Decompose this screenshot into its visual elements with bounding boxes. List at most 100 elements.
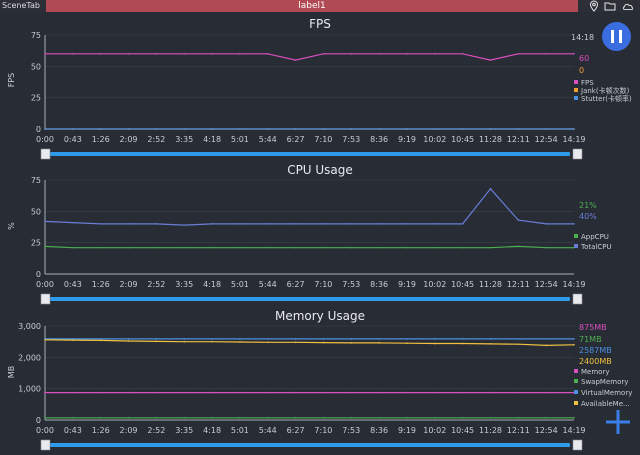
x-tick-label: 0:00 (36, 280, 54, 289)
x-tick-label: 12:54 (535, 135, 558, 144)
data-point (378, 338, 380, 340)
time-range-slider[interactable] (50, 297, 570, 301)
data-point (127, 128, 130, 130)
y-tick-label: 0 (36, 125, 41, 134)
x-tick-label: 12:54 (535, 426, 558, 435)
slider-handle-left[interactable] (40, 148, 51, 160)
data-point (545, 246, 547, 249)
legend-entry: FPS (581, 79, 594, 87)
x-tick-label: 7:10 (314, 426, 332, 435)
data-point (72, 246, 74, 249)
legend-entry: SwapMemory (581, 378, 628, 386)
x-tick-label: 4:18 (203, 426, 221, 435)
legend-swatch (574, 234, 578, 238)
data-point (350, 53, 353, 55)
x-tick-label: 5:44 (259, 280, 277, 289)
current-value: 60 (579, 54, 589, 63)
data-point (517, 128, 520, 130)
data-point (266, 128, 269, 130)
data-point (127, 338, 130, 340)
y-axis-label: MB (7, 366, 16, 378)
series-line-2-3 (44, 339, 575, 347)
data-point (461, 416, 464, 419)
data-point (44, 391, 46, 394)
data-point (489, 338, 492, 340)
data-point (433, 128, 436, 130)
x-tick-label: 10:45 (451, 135, 474, 144)
x-tick-label: 2:09 (120, 135, 138, 144)
data-point (183, 224, 186, 226)
data-point (183, 246, 186, 249)
data-point (461, 128, 464, 130)
data-point (350, 223, 353, 225)
data-point (461, 53, 464, 55)
data-point (99, 223, 102, 225)
data-point (322, 128, 325, 130)
data-point (44, 338, 46, 341)
data-point (155, 416, 158, 419)
data-point (406, 416, 408, 419)
data-point (294, 341, 297, 344)
data-point (239, 391, 241, 394)
data-point (461, 391, 464, 394)
series-line-1-1 (44, 187, 574, 226)
data-point (183, 391, 186, 394)
x-tick-label: 7:10 (314, 135, 332, 144)
data-point (406, 391, 408, 394)
data-point (378, 128, 380, 130)
x-tick-label: 5:44 (259, 135, 277, 144)
x-tick-label: 12:11 (507, 426, 530, 435)
data-point (517, 219, 520, 221)
x-tick-label: 11:28 (479, 135, 502, 144)
data-point (183, 53, 186, 55)
x-tick-label: 0:43 (64, 280, 82, 289)
data-point (127, 391, 130, 394)
data-point (239, 128, 241, 130)
data-point (378, 223, 380, 225)
legend-swatch (574, 80, 578, 84)
legend-swatch (574, 379, 578, 383)
data-point (266, 416, 269, 419)
legend-swatch (574, 390, 578, 394)
data-point (517, 343, 520, 345)
data-point (350, 338, 353, 340)
data-point (155, 246, 158, 249)
data-point (322, 416, 325, 419)
data-point (573, 344, 575, 346)
slider-handle-right[interactable] (572, 293, 583, 305)
y-tick-label: 3,000 (18, 322, 41, 331)
data-point (378, 53, 380, 55)
legend-entry: Memory (581, 368, 609, 376)
time-range-slider[interactable] (50, 443, 570, 447)
slider-handle-left[interactable] (40, 439, 51, 451)
legend-entry: AvailableMe... (581, 400, 630, 408)
data-point (406, 223, 408, 225)
data-point (461, 246, 464, 249)
data-point (433, 246, 436, 249)
x-tick-label: 12:54 (535, 280, 558, 289)
slider-handle-left[interactable] (40, 293, 51, 305)
x-tick-label: 12:11 (507, 135, 530, 144)
slider-handle-right[interactable] (572, 148, 583, 160)
slider-handle-right[interactable] (572, 439, 583, 451)
x-tick-label: 10:02 (423, 135, 446, 144)
data-point (72, 416, 74, 419)
legend-entry: Stutter(卡顿率) (581, 94, 632, 103)
data-point (545, 128, 547, 130)
series-line-1-0 (44, 245, 574, 249)
x-tick-label: 11:28 (479, 426, 502, 435)
data-point (127, 223, 130, 225)
current-value: 21% (579, 201, 597, 210)
data-point (99, 128, 102, 130)
legend-entry: VirtualMemory (581, 389, 632, 397)
data-point (573, 338, 575, 340)
time-range-slider[interactable] (50, 152, 570, 156)
data-point (44, 220, 46, 223)
current-value: 71MB (579, 335, 602, 344)
data-point (239, 338, 241, 340)
y-axis-label: % (7, 222, 16, 230)
current-value: 0 (579, 66, 584, 75)
data-point (433, 53, 436, 55)
legend-swatch (574, 369, 578, 373)
x-tick-label: 7:53 (342, 280, 360, 289)
